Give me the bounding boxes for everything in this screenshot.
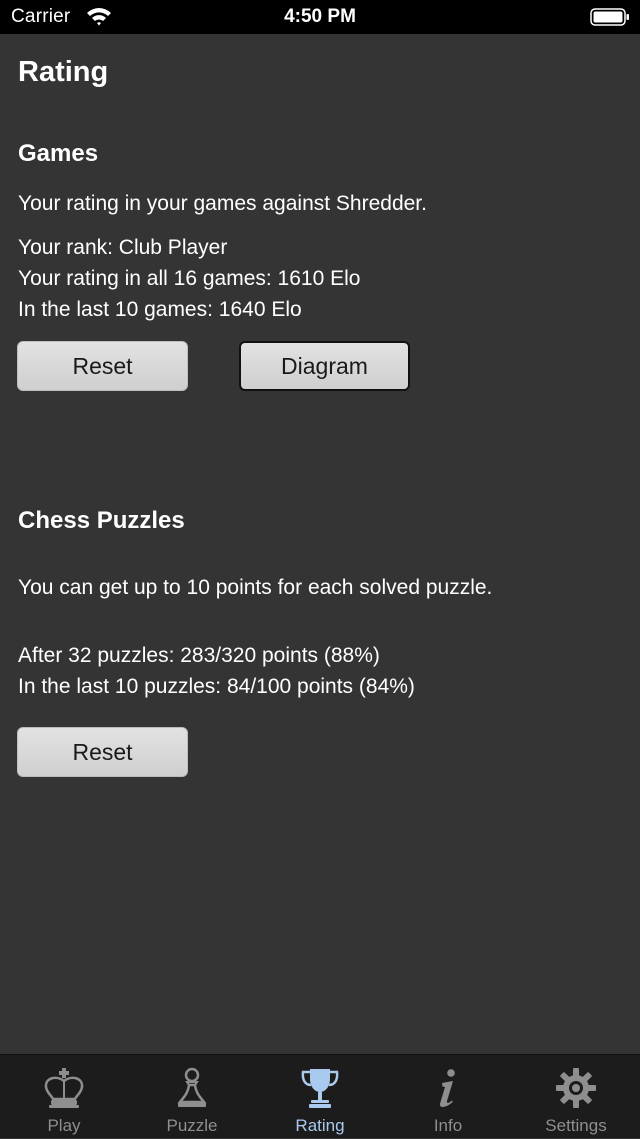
rating-content: Rating Games Your rating in your games a… xyxy=(0,34,640,1054)
gear-icon xyxy=(512,1065,640,1111)
trophy-icon xyxy=(256,1065,384,1111)
tab-play-label: Play xyxy=(47,1116,81,1135)
tab-settings-label: Settings xyxy=(545,1116,607,1135)
battery-icon xyxy=(590,8,630,26)
puzzles-reset-button[interactable]: Reset xyxy=(17,727,188,777)
games-rank: Your rank: Club Player xyxy=(18,236,228,259)
games-section-title: Games xyxy=(18,140,99,167)
tab-puzzle[interactable]: Puzzle xyxy=(128,1055,256,1139)
status-bar: Carrier 4:50 PM xyxy=(0,0,640,34)
pawn-icon xyxy=(128,1065,256,1111)
games-description: Your rating in your games against Shredd… xyxy=(18,192,427,215)
puzzles-description: You can get up to 10 points for each sol… xyxy=(18,576,493,599)
diagram-label: Diagram xyxy=(281,352,368,379)
games-rating-all: Your rating in all 16 games: 1610 Elo xyxy=(18,267,361,290)
tab-rating-label: Rating xyxy=(295,1116,345,1135)
page-title: Rating xyxy=(18,56,109,88)
tab-play[interactable]: Play xyxy=(0,1055,128,1139)
tab-puzzle-label: Puzzle xyxy=(166,1116,218,1135)
tab-rating[interactable]: Rating xyxy=(256,1055,384,1139)
puzzles-reset-label: Reset xyxy=(72,738,133,765)
clock-time: 4:50 PM xyxy=(284,6,356,27)
tab-info[interactable]: Info xyxy=(384,1055,512,1139)
tab-info-label: Info xyxy=(433,1116,463,1135)
diagram-button[interactable]: Diagram xyxy=(239,341,410,391)
games-reset-label: Reset xyxy=(72,352,133,379)
puzzles-after: After 32 puzzles: 283/320 points (88%) xyxy=(18,644,380,667)
puzzles-section-title: Chess Puzzles xyxy=(18,507,185,534)
puzzles-last: In the last 10 puzzles: 84/100 points (8… xyxy=(18,675,415,698)
games-reset-button[interactable]: Reset xyxy=(17,341,188,391)
info-icon xyxy=(384,1065,512,1111)
king-icon xyxy=(0,1065,128,1111)
games-rating-last: In the last 10 games: 1640 Elo xyxy=(18,298,302,321)
tab-bar: Play Puzzle Rating Info Settings xyxy=(0,1054,640,1138)
tab-settings[interactable]: Settings xyxy=(512,1055,640,1139)
